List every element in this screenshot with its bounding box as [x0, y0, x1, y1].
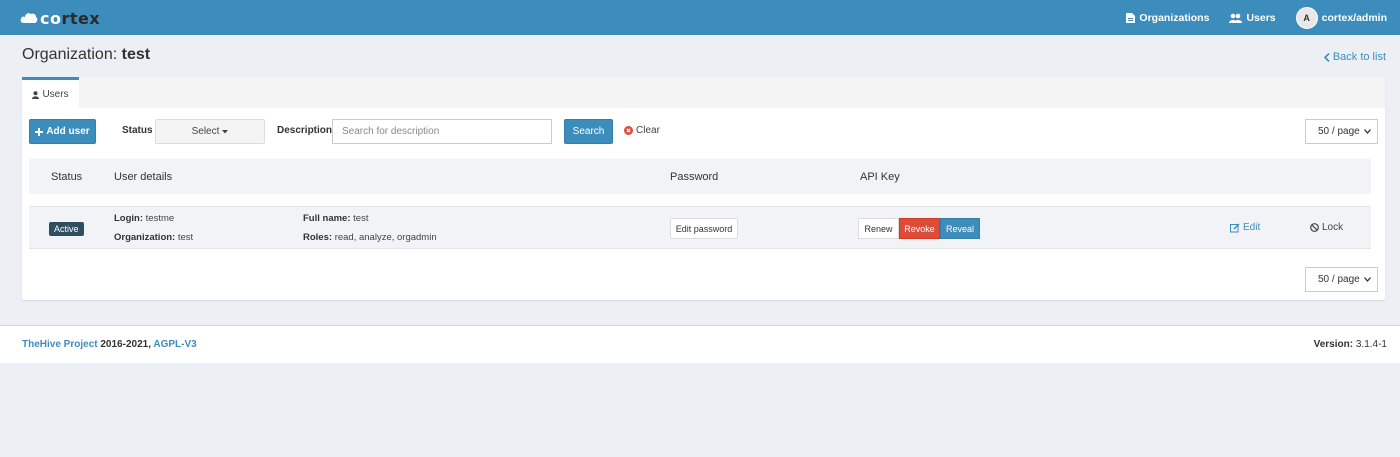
org-name: test: [121, 46, 151, 63]
status-filter-label: Status: [122, 125, 153, 136]
brand-logo[interactable]: cortex: [20, 8, 100, 28]
chevron-left-icon: [1323, 52, 1330, 62]
col-password: Password: [670, 171, 719, 183]
license-link[interactable]: AGPL-V3: [153, 339, 196, 350]
nav-users[interactable]: Users: [1229, 11, 1276, 24]
col-api-key: API Key: [860, 171, 900, 183]
renew-key-button[interactable]: Renew: [858, 218, 899, 239]
description-filter-label: Description: [277, 125, 333, 136]
login-info: Login: testme: [114, 213, 175, 224]
nav-organizations-label: Organizations: [1139, 11, 1210, 24]
users-panel: Users Add user Status Select Description…: [22, 77, 1385, 300]
fullname-info: Full name: test: [303, 213, 369, 224]
caret-down-icon: [222, 129, 229, 133]
nav-organizations[interactable]: Organizations: [1126, 12, 1209, 24]
file-icon: [1126, 12, 1136, 23]
reveal-key-button[interactable]: Reveal: [940, 218, 980, 239]
edit-icon: [1230, 222, 1240, 232]
cloud-logo-icon: [20, 13, 38, 23]
top-navbar: cortex Organizations Users A cortex/admi…: [0, 0, 1400, 35]
ban-icon: [1310, 223, 1319, 232]
clear-filter-button[interactable]: Clear: [624, 125, 660, 136]
tab-users[interactable]: Users: [22, 77, 79, 109]
page-size-select-bottom[interactable]: 50 / page: [1305, 267, 1378, 292]
nav-user-label: cortex/admin: [1321, 11, 1387, 24]
avatar: A: [1295, 6, 1318, 29]
organization-info: Organization: test: [114, 232, 194, 243]
chevron-down-icon: [1364, 129, 1371, 134]
description-search-input[interactable]: [332, 119, 552, 144]
api-key-actions: Renew Revoke Reveal: [858, 218, 980, 239]
footer-copyright: TheHive Project 2016-2021, AGPL-V3: [22, 339, 197, 350]
lock-user-link[interactable]: Lock: [1310, 222, 1343, 233]
revoke-key-button[interactable]: Revoke: [899, 218, 940, 239]
status-select[interactable]: Select: [155, 119, 265, 144]
nav-user-menu[interactable]: A cortex/admin: [1295, 6, 1387, 29]
footer-version: Version: 3.1.4-1: [1313, 339, 1387, 350]
brand-name: cortex: [40, 8, 101, 28]
add-user-button[interactable]: Add user: [29, 119, 96, 144]
table-row: Active Login: testme Organization: test …: [29, 206, 1371, 249]
roles-info: Roles: read, analyze, orgadmin: [303, 232, 437, 243]
users-icon: [1229, 13, 1243, 23]
edit-password-button[interactable]: Edit password: [670, 218, 738, 239]
user-icon: [32, 90, 40, 99]
page-title: Organization: test: [22, 46, 151, 63]
page-footer: TheHive Project 2016-2021, AGPL-V3 Versi…: [0, 325, 1400, 363]
chevron-down-icon: [1364, 277, 1371, 282]
edit-user-link[interactable]: Edit: [1230, 222, 1260, 233]
search-button[interactable]: Search: [564, 119, 613, 144]
tabs-bar: Users: [22, 77, 1385, 109]
status-badge: Active: [49, 222, 84, 236]
col-user-details: User details: [114, 171, 173, 183]
plus-icon: [35, 127, 44, 136]
nav-users-label: Users: [1246, 11, 1276, 24]
times-circle-icon: [624, 126, 633, 135]
table-header: Status User details Password API Key: [29, 159, 1371, 194]
back-to-list-link[interactable]: Back to list: [1323, 51, 1386, 63]
thehive-project-link[interactable]: TheHive Project: [22, 339, 98, 350]
col-status: Status: [51, 171, 83, 183]
page-size-select-top[interactable]: 50 / page: [1305, 119, 1378, 144]
